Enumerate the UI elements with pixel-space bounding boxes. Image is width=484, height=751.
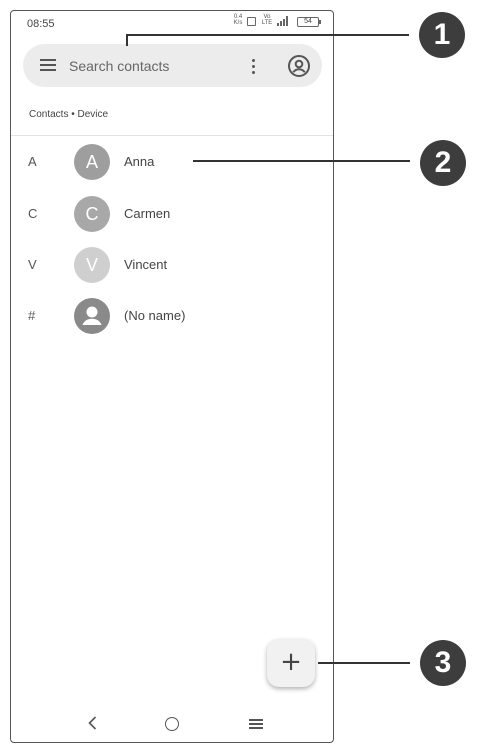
add-contact-button[interactable]: + (267, 639, 315, 687)
callout-line-3 (318, 662, 410, 664)
avatar: C (74, 196, 110, 232)
avatar: A (74, 144, 110, 180)
contact-name: Carmen (124, 206, 171, 221)
battery-icon: 54 (297, 17, 321, 27)
contact-row-vincent[interactable]: V V Vincent (11, 241, 333, 289)
divider (11, 135, 333, 136)
callout-line-1 (126, 34, 409, 36)
index-letter: A (28, 154, 37, 169)
back-icon[interactable] (85, 715, 101, 731)
network-speed: 0.4 K/s (233, 14, 243, 26)
menu-icon[interactable] (40, 59, 56, 71)
contact-name: (No name) (124, 308, 186, 323)
index-letter: # (28, 308, 36, 323)
phone-screen: 08:55 0.4 K/s Vo LTE 54 Contacts • Devic… (10, 10, 334, 743)
account-circle-icon[interactable] (287, 54, 311, 78)
callout-line-2 (193, 160, 410, 162)
contact-row-no-name[interactable]: # (No name) (11, 292, 333, 340)
contact-row-anna[interactable]: A A Anna (11, 138, 333, 186)
callout-badge-1: 1 (419, 12, 465, 58)
search-input[interactable] (69, 56, 239, 76)
person-icon (74, 298, 110, 334)
index-letter: V (28, 257, 37, 272)
volte-indicator: Vo LTE (261, 14, 273, 26)
status-bar: 08:55 0.4 K/s Vo LTE 54 (11, 11, 333, 35)
vibrate-icon (247, 17, 256, 26)
callout-badge-2: 2 (420, 140, 466, 186)
status-time: 08:55 (27, 18, 55, 30)
avatar: V (74, 247, 110, 283)
search-bar[interactable] (23, 44, 322, 87)
signal-icon (277, 16, 291, 26)
index-letter: C (28, 206, 38, 221)
more-vert-icon[interactable] (250, 56, 256, 76)
account-section-label: Contacts • Device (29, 109, 109, 120)
recents-icon[interactable] (249, 719, 263, 729)
contact-name: Anna (124, 154, 155, 169)
callout-badge-3: 3 (420, 640, 466, 686)
home-icon[interactable] (165, 717, 179, 731)
contact-name: Vincent (124, 257, 168, 272)
contact-row-carmen[interactable]: C C Carmen (11, 190, 333, 238)
